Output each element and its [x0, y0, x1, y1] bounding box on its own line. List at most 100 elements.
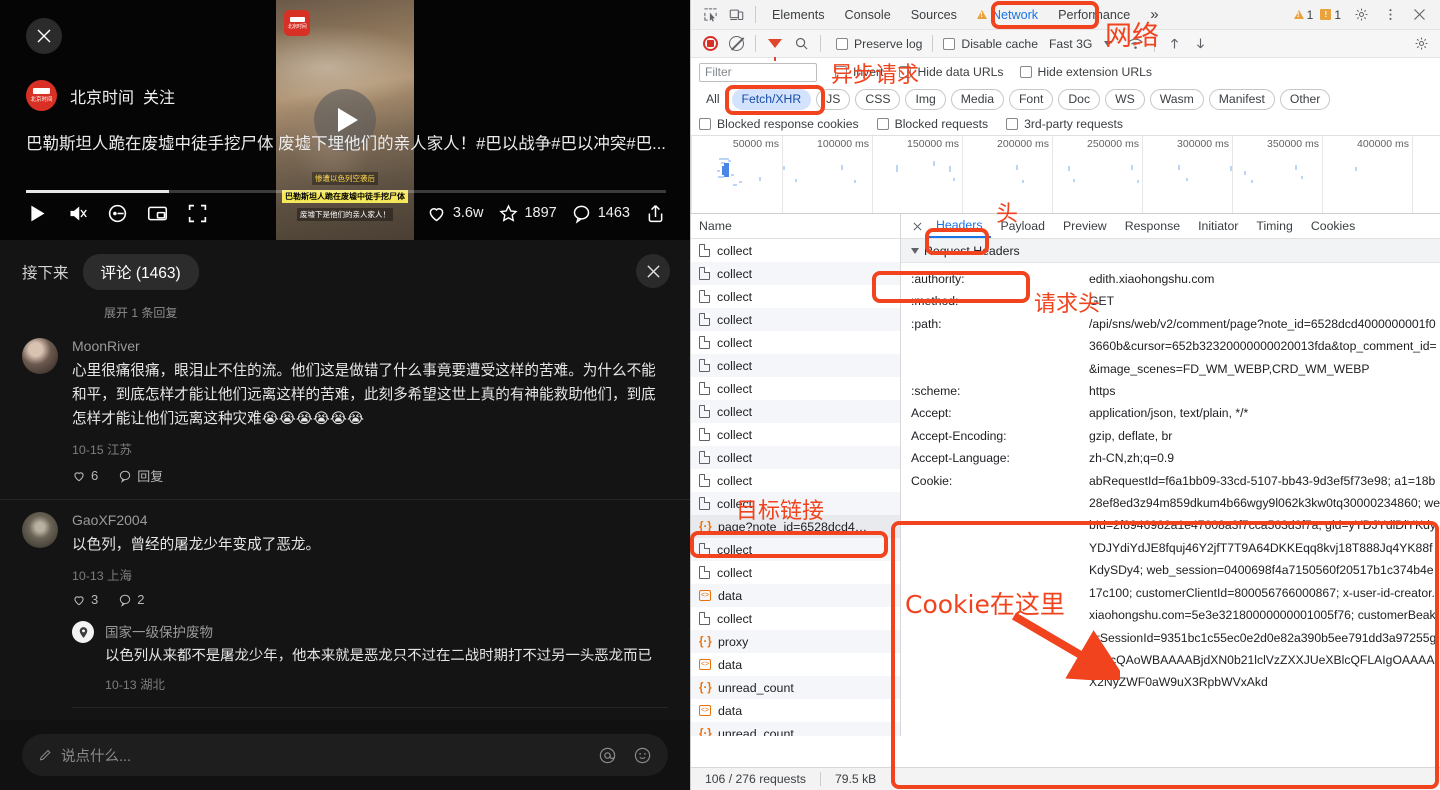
- network-settings-gear-icon[interactable]: [1408, 32, 1434, 56]
- video-player[interactable]: 北京时间 惨遭以色列空袭后 巴勒斯坦人跪在废墟中徒手挖尸体 废墟下是他们的亲人家…: [0, 0, 690, 240]
- mute-icon[interactable]: [66, 202, 88, 224]
- preserve-log-checkbox[interactable]: Preserve log: [836, 37, 922, 51]
- table-row[interactable]: collect: [691, 285, 900, 308]
- filter-chip-js[interactable]: JS: [816, 89, 850, 110]
- tab-up-next[interactable]: 接下来: [22, 261, 69, 283]
- table-row[interactable]: {·}unread_count: [691, 676, 900, 699]
- blocked-response-cookies-checkbox[interactable]: Blocked response cookies: [699, 117, 859, 131]
- table-row[interactable]: collect: [691, 607, 900, 630]
- filter-chip-doc[interactable]: Doc: [1058, 89, 1100, 110]
- table-row[interactable]: collect: [691, 446, 900, 469]
- column-header-name[interactable]: Name: [691, 214, 900, 239]
- reply-user[interactable]: 国家一级保护废物: [105, 621, 668, 641]
- favorite-metric[interactable]: 1897: [497, 202, 556, 224]
- filter-input[interactable]: Filter: [699, 63, 817, 82]
- table-row[interactable]: collect: [691, 262, 900, 285]
- table-row[interactable]: <>data: [691, 699, 900, 722]
- channel-avatar[interactable]: 北京时间: [26, 80, 57, 111]
- checkbox[interactable]: [877, 118, 889, 130]
- checkbox[interactable]: [699, 118, 711, 130]
- close-video-button[interactable]: [26, 18, 62, 54]
- reply-item[interactable]: 国家一级保护废物 以色列从来都不是屠龙少年，他本来就是恶龙只不过在二战时期打不过…: [72, 621, 668, 693]
- filter-chip-other[interactable]: Other: [1280, 89, 1330, 110]
- search-icon[interactable]: [788, 32, 814, 56]
- channel-row[interactable]: 北京时间 北京时间 关注: [26, 80, 175, 111]
- play-icon[interactable]: [26, 202, 48, 224]
- comment-user[interactable]: GaoXF2004: [72, 512, 668, 528]
- reply-action[interactable]: 回复: [118, 466, 163, 485]
- like-action[interactable]: 6: [72, 468, 98, 483]
- checkbox[interactable]: [1006, 118, 1018, 130]
- warning-badge[interactable]: 1: [1294, 8, 1314, 22]
- table-row[interactable]: collect: [691, 308, 900, 331]
- blocked-requests-checkbox[interactable]: Blocked requests: [877, 117, 989, 131]
- third-party-requests-checkbox[interactable]: 3rd-party requests: [1006, 117, 1123, 131]
- tab-cookies[interactable]: Cookies: [1302, 215, 1364, 237]
- filter-chip-img[interactable]: Img: [905, 89, 945, 110]
- fullscreen-icon[interactable]: [186, 202, 208, 224]
- filter-chip-fetch-xhr[interactable]: Fetch/XHR: [732, 89, 812, 110]
- close-devtools-icon[interactable]: [1406, 3, 1432, 27]
- inspect-element-icon[interactable]: [697, 3, 723, 27]
- close-detail-icon[interactable]: [907, 216, 927, 236]
- list-item[interactable]: MoonRiver 心里很痛很痛，眼泪止不住的流。他们这是做错了什么事竟要遭受这…: [0, 326, 690, 485]
- export-har-icon[interactable]: [1187, 32, 1213, 56]
- table-row[interactable]: collect: [691, 423, 900, 446]
- comment-bubble-icon[interactable]: [571, 202, 593, 224]
- device-toolbar-icon[interactable]: [723, 3, 749, 27]
- tab-console[interactable]: Console: [835, 4, 901, 26]
- gear-icon[interactable]: [1348, 3, 1374, 27]
- star-icon[interactable]: [497, 202, 519, 224]
- hide-extension-urls-checkbox[interactable]: Hide extension URLs: [1020, 65, 1152, 79]
- comment-user[interactable]: MoonRiver: [72, 338, 668, 354]
- reply-action[interactable]: 2: [118, 592, 144, 607]
- like-action[interactable]: 3: [72, 592, 98, 607]
- tab-initiator[interactable]: Initiator: [1189, 215, 1247, 237]
- like-metric[interactable]: 3.6w: [426, 202, 484, 224]
- kebab-menu-icon[interactable]: [1377, 3, 1403, 27]
- heart-icon[interactable]: [426, 202, 448, 224]
- import-har-icon[interactable]: [1161, 32, 1187, 56]
- filter-chip-manifest[interactable]: Manifest: [1209, 89, 1275, 110]
- list-item[interactable]: GaoXF2004 以色列，曾经的屠龙少年变成了恶龙。 10-13 上海 3 2: [0, 500, 690, 708]
- filter-icon[interactable]: [762, 32, 788, 56]
- filter-chip-all[interactable]: All: [699, 90, 727, 109]
- share-icon[interactable]: [644, 202, 666, 224]
- network-overview-timeline[interactable]: 50000 ms 100000 ms 150000 ms 200000 ms 2…: [691, 136, 1440, 214]
- picture-in-picture-icon[interactable]: [146, 202, 168, 224]
- chevron-down-icon[interactable]: [911, 248, 919, 254]
- emoji-icon[interactable]: [633, 746, 652, 765]
- table-row[interactable]: <>data: [691, 584, 900, 607]
- table-row[interactable]: {·}unread_count: [691, 722, 900, 736]
- tab-timing[interactable]: Timing: [1247, 215, 1301, 237]
- progress-bar[interactable]: [26, 190, 666, 193]
- record-stop-icon[interactable]: [697, 32, 723, 56]
- table-row[interactable]: collect: [691, 400, 900, 423]
- avatar[interactable]: [72, 621, 94, 643]
- filter-chip-font[interactable]: Font: [1009, 89, 1053, 110]
- table-row[interactable]: collect: [691, 354, 900, 377]
- at-icon[interactable]: [598, 746, 617, 765]
- request-headers-section-header[interactable]: Request Headers: [901, 239, 1440, 263]
- checkbox[interactable]: [836, 38, 848, 50]
- tab-preview[interactable]: Preview: [1054, 215, 1116, 237]
- error-badge[interactable]: ! 1: [1320, 8, 1341, 22]
- request-list[interactable]: Name collectcollectcollectcollectcollect…: [691, 214, 901, 736]
- follow-button[interactable]: 关注: [143, 84, 175, 108]
- table-row[interactable]: collect: [691, 239, 900, 262]
- filter-chip-wasm[interactable]: Wasm: [1150, 89, 1204, 110]
- channel-name[interactable]: 北京时间: [70, 84, 134, 108]
- tab-sources[interactable]: Sources: [901, 4, 967, 26]
- comment-input[interactable]: 说点什么...: [22, 734, 668, 776]
- tab-comments[interactable]: 评论 (1463): [83, 254, 199, 290]
- disable-cache-checkbox[interactable]: Disable cache: [943, 37, 1038, 51]
- tab-response[interactable]: Response: [1116, 215, 1189, 237]
- close-comments-button[interactable]: [636, 254, 670, 288]
- table-row[interactable]: collect: [691, 331, 900, 354]
- table-row[interactable]: collect: [691, 469, 900, 492]
- table-row[interactable]: collect: [691, 377, 900, 400]
- comment-metric[interactable]: 1463: [571, 202, 630, 224]
- checkbox[interactable]: [943, 38, 955, 50]
- filter-chip-css[interactable]: CSS: [855, 89, 900, 110]
- expand-replies-link[interactable]: 展开 1 条回复: [104, 304, 177, 318]
